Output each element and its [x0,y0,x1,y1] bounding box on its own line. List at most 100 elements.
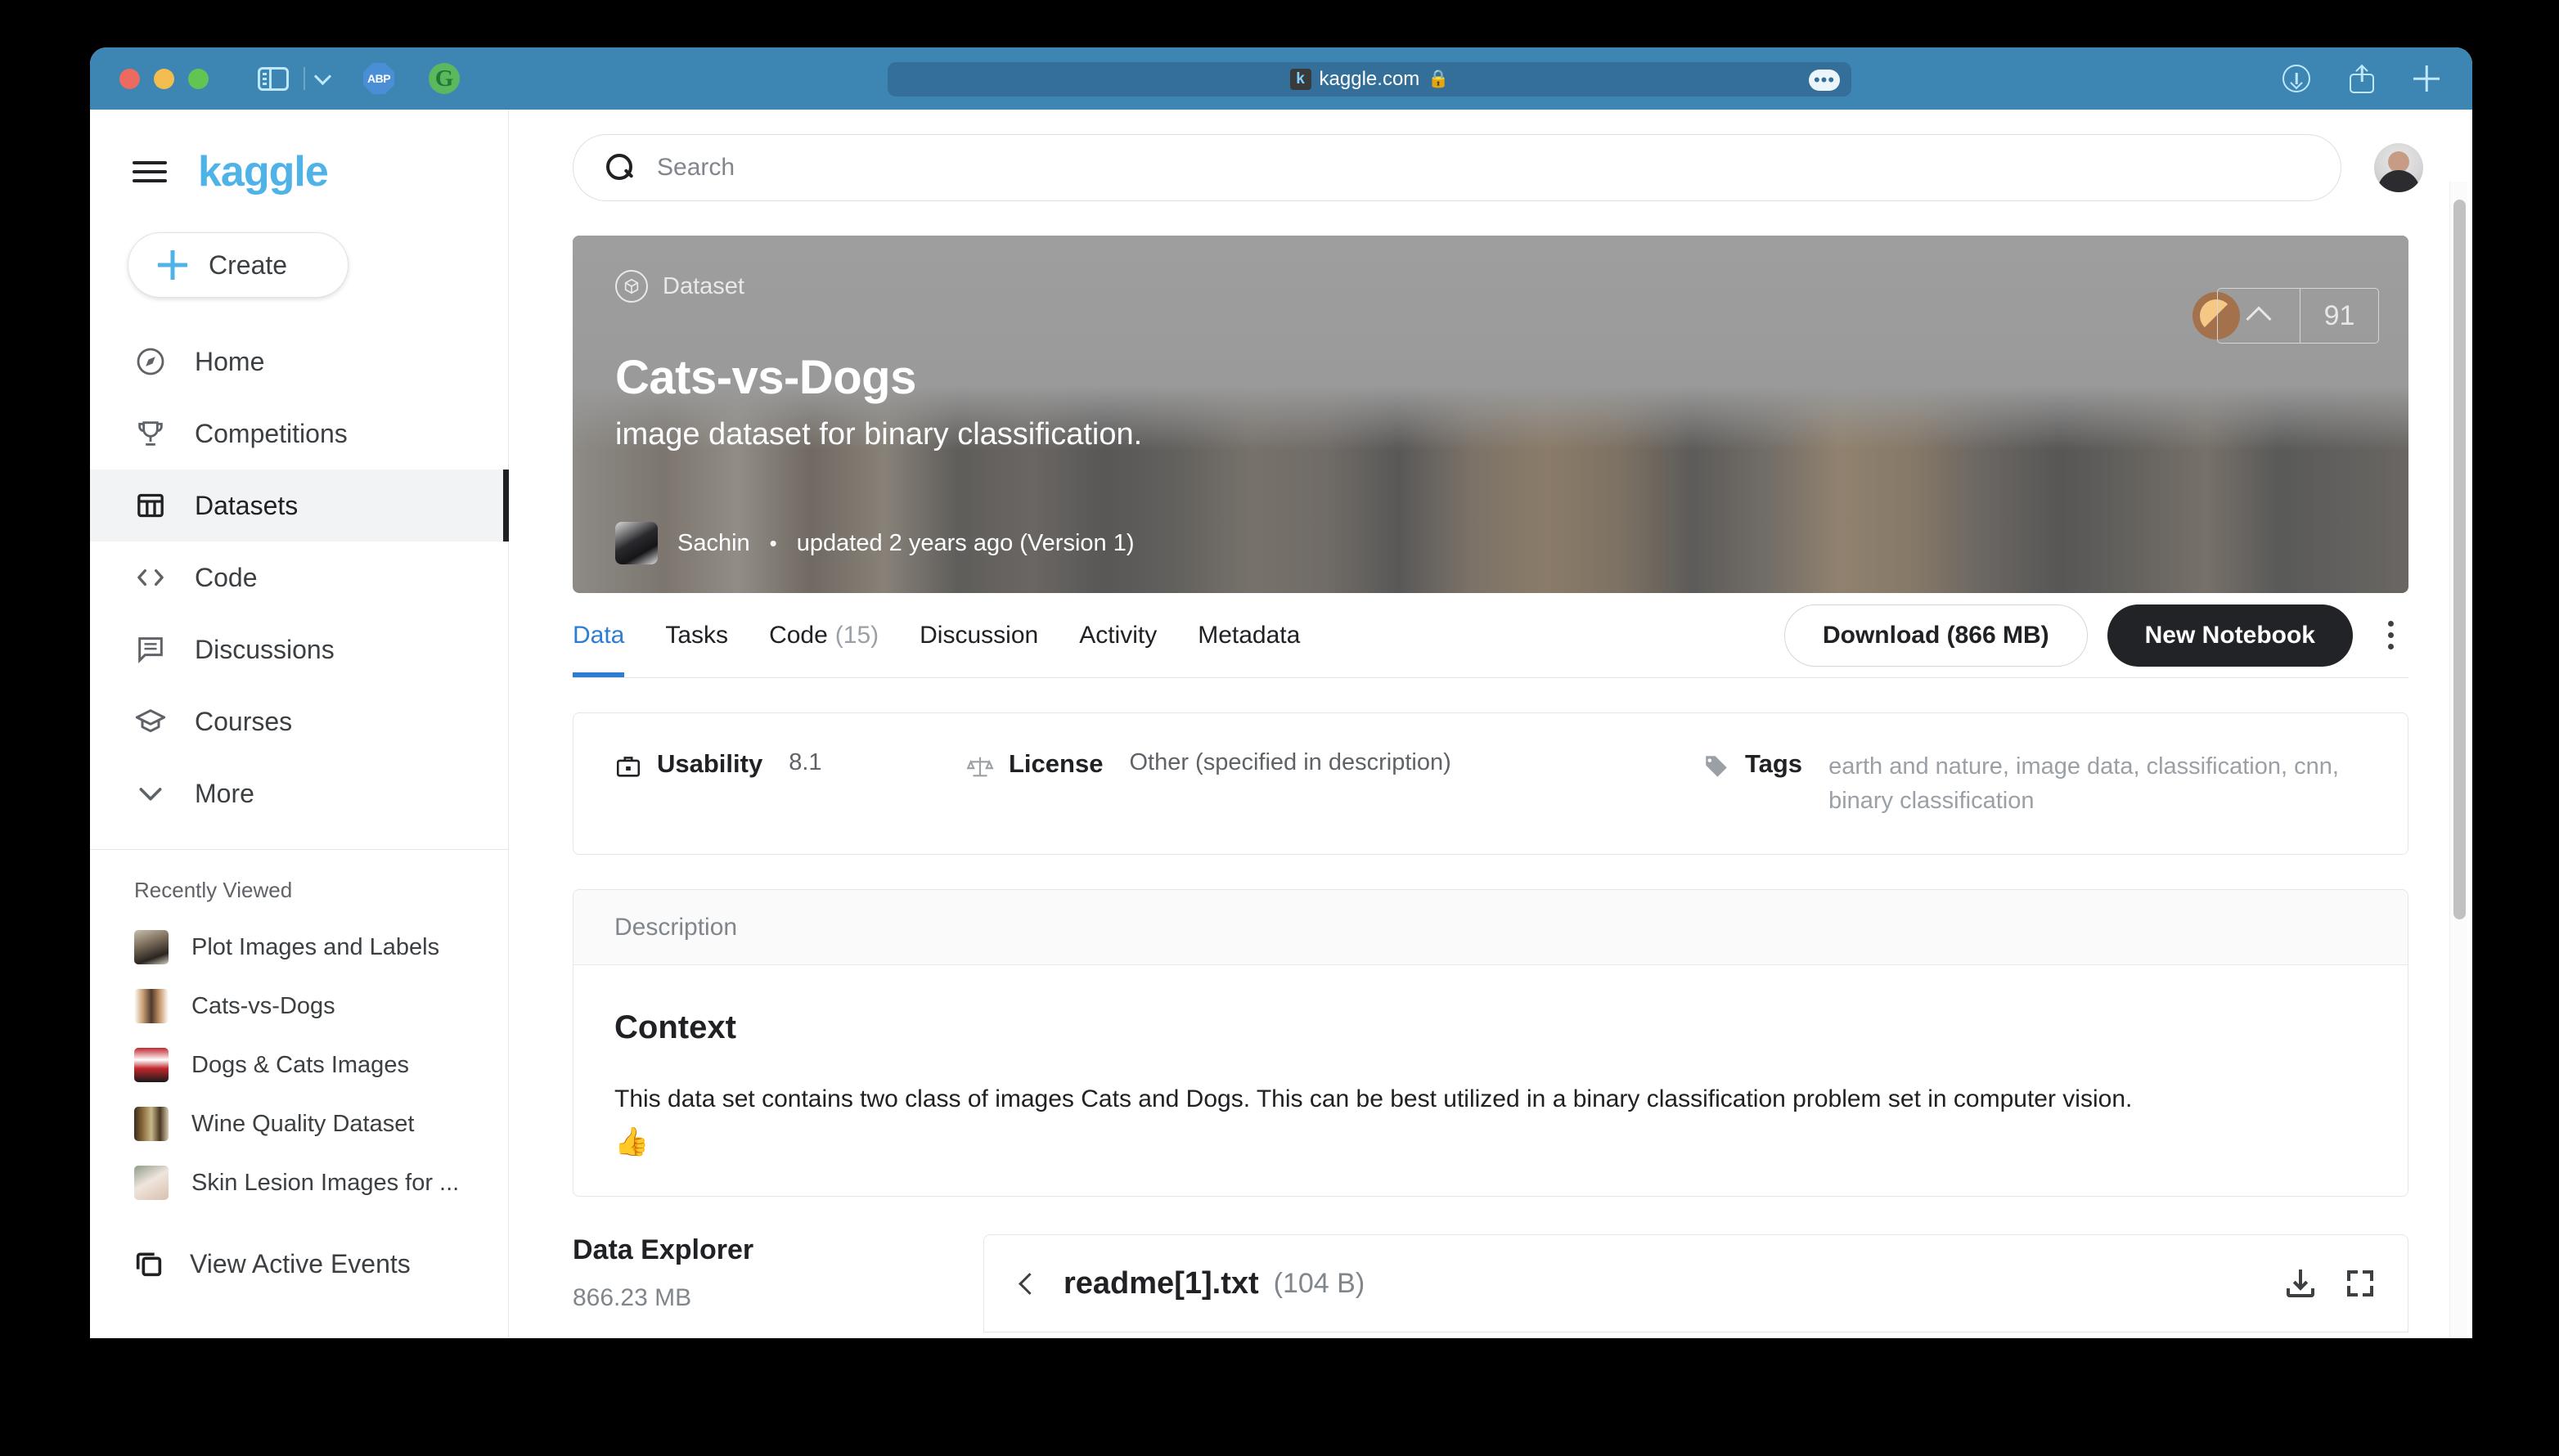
downloads-button[interactable] [2282,65,2310,92]
tag-icon [1702,753,1730,780]
kaggle-logo[interactable]: kaggle [198,147,329,196]
list-item[interactable]: Plot Images and Labels [90,918,508,977]
description-card: Description Context This data set contai… [573,889,2408,1198]
graduation-cap-icon [134,705,167,738]
lock-icon: 🔒 [1428,70,1450,88]
plus-icon [2413,65,2440,92]
grammarly-extension-button[interactable]: G [429,63,460,94]
sidebar-item-code[interactable]: Code [90,542,508,613]
tab-list: Data Tasks Code (15) Discussion Activity [573,593,1300,677]
list-item[interactable]: Wine Quality Dataset [90,1094,508,1153]
search-placeholder: Search [657,154,735,181]
sidebar-item-discussions[interactable]: Discussions [90,613,508,685]
trophy-icon [134,417,167,450]
hamburger-menu-icon[interactable] [133,160,167,184]
list-item[interactable]: Dogs & Cats Images [90,1036,508,1094]
plus-icon [158,250,187,280]
browser-toolbar: ABP G k kaggle.com 🔒 ••• [90,47,2472,110]
back-chevron-icon[interactable] [1019,1272,1041,1295]
list-item[interactable]: Cats-vs-Dogs [90,977,508,1036]
cube-icon [615,270,648,303]
sidebar-item-courses[interactable]: Courses [90,685,508,757]
sidebar-item-home[interactable]: Home [90,326,508,398]
upvote-button[interactable] [2218,289,2300,343]
license-value: Other (specified in description) [1129,749,1451,775]
sidebar-item-label: Discussions [195,634,335,664]
separator-dot: • [769,530,777,555]
dataset-author-row: Sachin • updated 2 years ago (Version 1) [615,522,1135,564]
comment-icon [134,633,167,666]
browser-window: ABP G k kaggle.com 🔒 ••• kaggle Create H… [90,47,2472,1338]
download-icon[interactable] [2287,1270,2314,1298]
list-item-label: Skin Lesion Images for ... [191,1169,460,1196]
sidebar-item-label: Courses [195,706,293,736]
tags-value[interactable]: earth and nature, image data, classifica… [1828,749,2367,818]
share-icon [2350,64,2374,93]
dataset-thumbnail [134,1107,169,1141]
tab-activity[interactable]: Activity [1079,593,1157,677]
chevron-up-icon [2246,306,2272,332]
file-name: readme[1].txt [1064,1265,1259,1301]
address-bar[interactable]: k kaggle.com 🔒 ••• [888,62,1851,97]
dataset-thumbnail [134,989,169,1023]
search-input[interactable]: Search [573,134,2341,201]
tab-actions: Download (866 MB) New Notebook [1783,604,2408,667]
author-name[interactable]: Sachin [677,530,750,557]
new-notebook-button[interactable]: New Notebook [2107,604,2353,667]
view-active-events-button[interactable]: View Active Events [90,1229,508,1299]
upvote-widget: 91 [2217,288,2379,344]
create-button-label: Create [209,249,288,280]
dataset-meta-card: Usability 8.1 License Other (specified i… [573,712,2408,856]
page-settings-button[interactable]: ••• [1809,70,1840,91]
adblock-plus-extension-button[interactable]: ABP [363,63,394,94]
user-avatar[interactable] [2374,143,2423,192]
download-button[interactable]: Download (866 MB) [1783,604,2088,667]
usability-block: Usability 8.1 [614,749,966,780]
create-button[interactable]: Create [128,232,349,298]
sidebar-toggle-icon[interactable] [258,66,289,91]
new-tab-button[interactable] [2413,65,2440,92]
upvote-count: 91 [2300,289,2378,343]
tab-discussion[interactable]: Discussion [920,593,1038,677]
data-explorer-info: Data Explorer 866.23 MB [573,1234,949,1332]
tab-data[interactable]: Data [573,593,625,677]
more-options-icon[interactable] [2372,611,2408,660]
usability-label: Usability [657,749,763,778]
scales-icon [966,753,994,780]
table-icon [134,489,167,522]
list-item[interactable]: Skin Lesion Images for ... [90,1153,508,1212]
list-item-label: Wine Quality Dataset [191,1110,415,1137]
window-traffic-lights [119,68,209,89]
data-explorer-row: Data Explorer 866.23 MB readme[1].txt (1… [573,1234,2408,1333]
sidebar-item-datasets[interactable]: Datasets [90,470,509,542]
usability-value: 8.1 [789,749,822,775]
fullscreen-icon[interactable] [2347,1270,2373,1297]
chevron-down-icon [134,777,167,810]
chevron-down-icon[interactable] [313,67,332,85]
search-icon [606,154,634,182]
dataset-banner: Dataset Cats-vs-Dogs image dataset for b… [573,236,2408,593]
page-title: Cats-vs-Dogs [615,351,916,404]
tab-code[interactable]: Code (15) [769,593,879,677]
main-content: Search Dataset Cats-vs-Dogs image datase… [509,110,2472,1338]
sidebar-item-competitions[interactable]: Competitions [90,398,508,470]
author-avatar[interactable] [615,522,658,564]
maximize-window-button[interactable] [188,68,209,89]
sidebar-item-label: Competitions [195,418,348,448]
tab-label: Metadata [1198,621,1301,649]
data-explorer-size: 866.23 MB [573,1284,692,1312]
context-heading: Context [614,1009,736,1046]
close-window-button[interactable] [119,68,140,89]
url-text: kaggle.com [1319,68,1420,90]
scrollbar[interactable] [2449,182,2467,1338]
scrollbar-thumb[interactable] [2453,200,2466,919]
site-favicon: k [1289,69,1311,90]
sidebar-item-more[interactable]: More [90,757,508,829]
tags-block: Tags earth and nature, image data, class… [1702,749,2367,818]
view-active-events-label: View Active Events [190,1248,411,1278]
tab-metadata[interactable]: Metadata [1198,593,1300,677]
minimize-window-button[interactable] [154,68,174,89]
tab-tasks[interactable]: Tasks [665,593,728,677]
abp-icon: ABP [363,63,394,94]
share-button[interactable] [2350,64,2374,93]
